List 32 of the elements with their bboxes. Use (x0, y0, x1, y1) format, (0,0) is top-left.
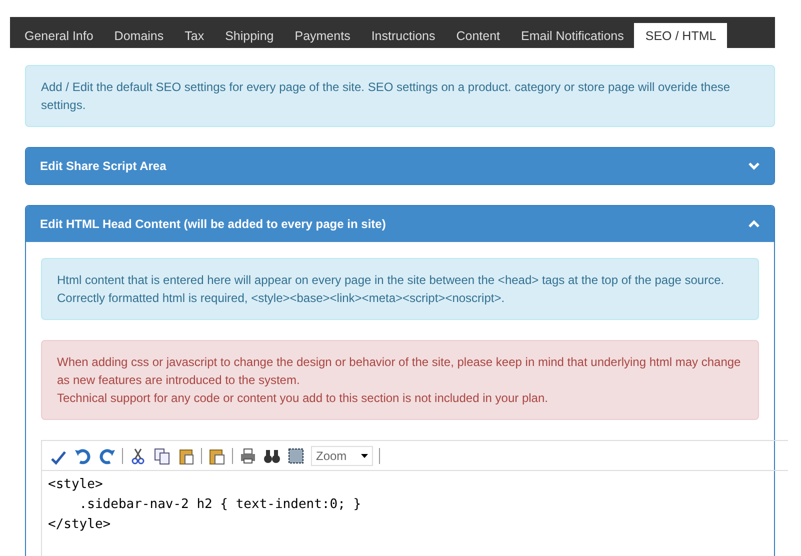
paste-icon[interactable] (208, 446, 226, 464)
warning-message: When adding css or javascript to change the design or behavior of the site, please keep in mind that underlying html may change as new features are introduced to the system. Technical support for any code or content you add to this section is not included in your plan. (41, 340, 759, 420)
tab[interactable]: Domains (104, 23, 174, 48)
tab[interactable]: Content (446, 23, 511, 48)
caret-icon (361, 454, 368, 458)
code-line: </style> (48, 516, 112, 534)
panel-header[interactable]: Edit HTML Head Content (will be added to every page in site) (26, 206, 774, 242)
tab[interactable]: SEO / HTML (634, 23, 728, 48)
tab[interactable]: General Info (14, 23, 104, 48)
panel-title: Edit Share Script Area (40, 158, 166, 175)
info-message: Html content that is entered here will appear on every page in the site between the <head> tags at the top of the page source. Correctly formatted html is required, <style><base><link><meta><script><noscript>. (41, 258, 759, 320)
panel-title: Edit HTML Head Content (will be added to every page in site) (40, 216, 386, 233)
zoom-dropdown[interactable]: Zoom (311, 446, 373, 466)
printer-icon[interactable] (239, 446, 257, 464)
redo-icon[interactable] (98, 446, 116, 464)
tab[interactable]: Instructions (360, 23, 446, 48)
tab[interactable]: Shipping (214, 23, 284, 48)
code-line: .sidebar-nav-2 h2 { text-indent:0; } (78, 496, 362, 514)
chevron-up-icon (748, 220, 760, 228)
copy-icon[interactable] (153, 446, 171, 464)
code-line: <style> (48, 476, 104, 494)
tab[interactable]: Email Notifications (510, 23, 634, 48)
panel-header[interactable]: Edit Share Script Area (26, 148, 774, 184)
select-all-icon[interactable] (287, 446, 305, 464)
info-message: Add / Edit the default SEO settings for every page of the site. SEO settings on a product. category or store page will overide these settings. (25, 65, 775, 127)
tab[interactable]: Tax (174, 23, 215, 48)
tab[interactable]: Payments (284, 23, 361, 48)
code-editor[interactable]: <style> .sidebar-nav-2 h2 { text-indent:0; } </style> (42, 471, 788, 556)
undo-icon[interactable] (74, 446, 92, 464)
chevron-down-icon (748, 162, 760, 170)
paste-icon[interactable] (177, 446, 195, 464)
cut-icon[interactable] (129, 446, 147, 464)
